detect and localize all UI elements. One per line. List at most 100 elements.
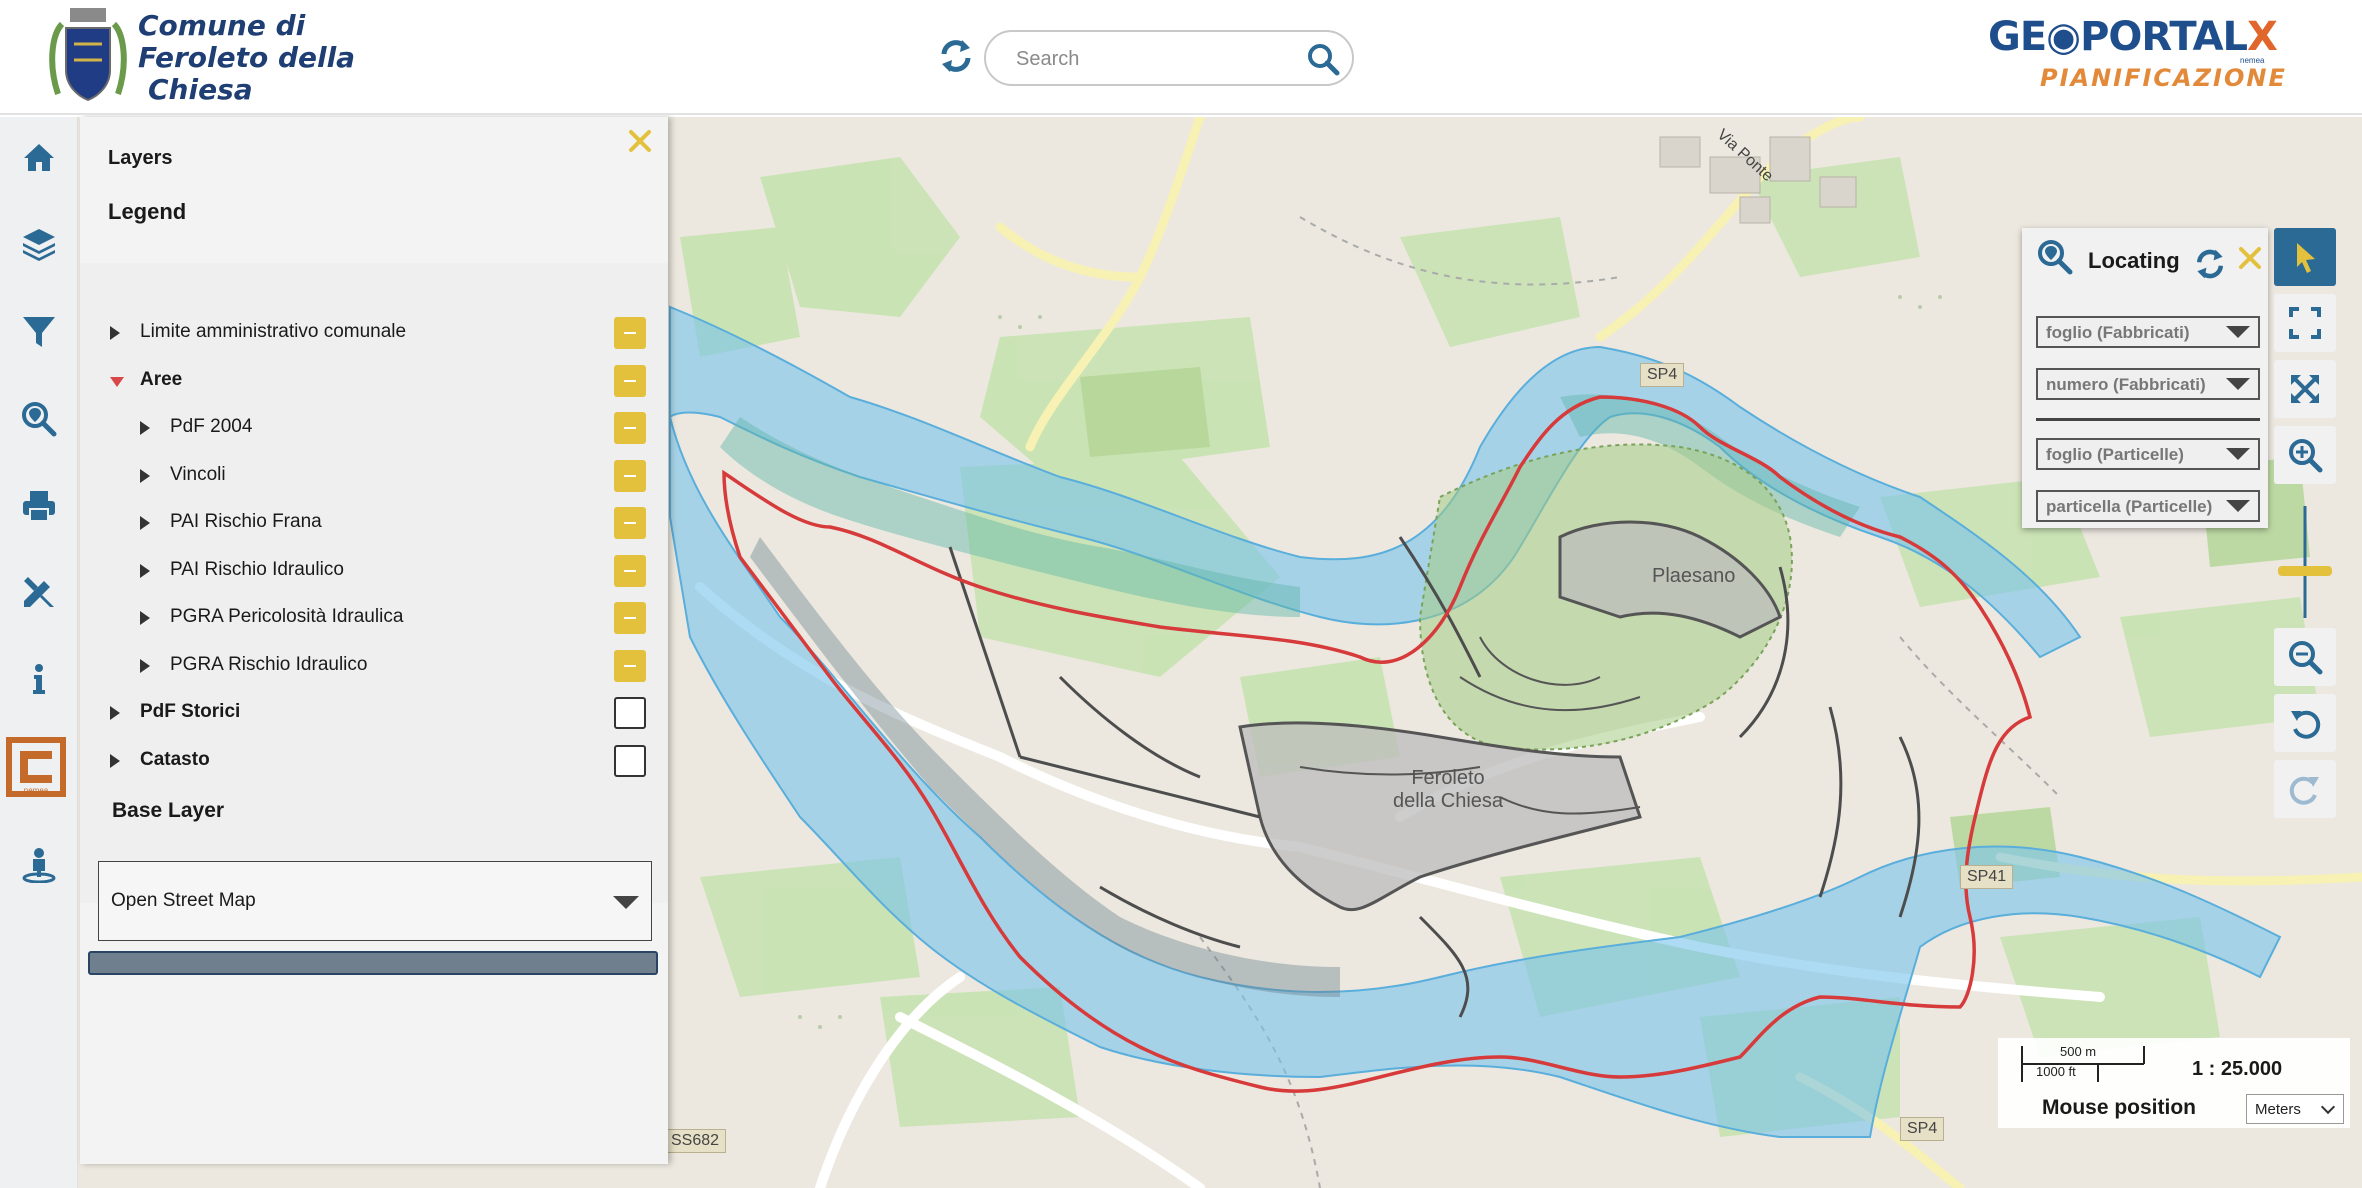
chevron-down-icon <box>2226 326 2250 338</box>
road-shield-sp4-bottom: SP4 <box>1900 1117 1945 1141</box>
redo-button[interactable] <box>2274 760 2336 818</box>
refresh-icon[interactable] <box>936 36 976 76</box>
search-icon[interactable] <box>1306 42 1340 76</box>
select-pointer-button[interactable] <box>2274 228 2336 286</box>
street-view-button[interactable] <box>12 837 66 891</box>
caret-right-icon[interactable] <box>110 706 120 720</box>
chevron-down-icon <box>2226 378 2250 390</box>
layer-tree-label: Aree <box>140 368 183 390</box>
layer-tree-row[interactable]: Vincoli <box>80 456 668 496</box>
measure-tools-icon <box>24 577 54 607</box>
undo-button[interactable] <box>2274 694 2336 752</box>
layer-visibility-toggle[interactable] <box>614 602 646 634</box>
layer-tree-label: PAI Rischio Idraulico <box>170 558 344 580</box>
numero-fabbricati-select[interactable]: numero (Fabbricati) <box>2036 368 2260 400</box>
caret-right-icon[interactable] <box>140 563 150 578</box>
layer-tree-label: Limite amministrativo comunale <box>140 321 407 342</box>
caret-right-icon[interactable] <box>110 326 120 340</box>
fullscreen-icon <box>2289 307 2321 339</box>
units-select[interactable]: Meters <box>2246 1094 2344 1124</box>
locating-divider <box>2036 418 2260 421</box>
scale-panel: 500 m 1000 ft 1 : 25.000 Mouse position … <box>1998 1038 2350 1128</box>
layer-tree-row[interactable]: PdF Storici <box>80 693 668 733</box>
scale-metric: 500 m <box>2060 1044 2097 1059</box>
home-button[interactable] <box>12 130 66 184</box>
road-shield-sp4-top: SP4 <box>1640 363 1685 387</box>
layer-tree-label: PdF Storici <box>140 701 241 722</box>
app-root: Via Ponte Plaesano Feroleto della Chiesa… <box>0 0 2362 1188</box>
mouse-position-label: Mouse position <box>2042 1096 2196 1119</box>
layer-visibility-toggle[interactable] <box>614 364 646 397</box>
caret-right-icon[interactable] <box>140 468 150 483</box>
layer-tree-row[interactable]: Catasto <box>80 741 668 781</box>
zoom-extent-button[interactable] <box>2274 360 2336 418</box>
caret-right-icon[interactable] <box>140 516 150 530</box>
municipality-line2: Feroleto della <box>138 41 356 74</box>
layer-tree-row[interactable]: Limite amministrativo comunale <box>80 313 668 353</box>
print-icon <box>23 491 55 522</box>
zoom-slider-handle[interactable] <box>2278 566 2332 576</box>
layers-button[interactable] <box>12 217 66 271</box>
locate-search-button[interactable] <box>12 392 66 446</box>
layer-visibility-toggle[interactable] <box>614 744 646 777</box>
locate-search-icon <box>22 402 57 437</box>
layer-tree-label: PAI Rischio Frana <box>170 511 322 532</box>
numero-fabbricati-label: numero (Fabbricati) <box>2046 375 2206 394</box>
road-shield-ss682: SS682 <box>664 1129 727 1153</box>
search-input[interactable] <box>1016 42 1286 76</box>
layer-tree-label: PdF 2004 <box>170 416 253 437</box>
layer-visibility-toggle[interactable] <box>614 412 646 444</box>
layers-icon <box>23 229 55 261</box>
measure-tools-button[interactable] <box>12 565 66 619</box>
caret-down-icon[interactable] <box>110 376 124 387</box>
nemea-button[interactable]: nemea <box>4 735 68 799</box>
layer-visibility-toggle[interactable] <box>614 317 646 349</box>
layer-visibility-toggle[interactable] <box>614 459 646 492</box>
layer-visibility-toggle[interactable] <box>614 507 646 539</box>
foglio-fabbricati-label: foglio (Fabbricati) <box>2046 323 2190 342</box>
locating-refresh-icon[interactable] <box>2192 246 2228 282</box>
layer-tree-row[interactable]: Aree <box>80 361 668 401</box>
base-layer-select[interactable]: Open Street Map <box>98 861 652 941</box>
zoom-in-icon <box>2289 439 2323 473</box>
layer-visibility-toggle[interactable] <box>614 649 646 682</box>
locate-search-icon <box>2038 240 2073 275</box>
caret-right-icon[interactable] <box>140 658 150 673</box>
filter-button[interactable] <box>12 305 66 359</box>
loading-progress-bar <box>88 951 658 975</box>
tab-layers[interactable]: Layers <box>108 147 173 170</box>
layers-panel: Layers Legend Limite amministrativo comu… <box>80 117 668 1164</box>
zoom-extent-icon <box>2291 375 2319 403</box>
info-button[interactable] <box>12 652 66 706</box>
scale-ratio: 1 : 25.000 <box>2192 1058 2283 1080</box>
caret-right-icon[interactable] <box>140 611 150 625</box>
chevron-down-icon <box>2226 448 2250 460</box>
caret-right-icon[interactable] <box>140 421 150 435</box>
zoom-out-button[interactable] <box>2274 628 2336 686</box>
panel-close-icon[interactable] <box>626 127 654 155</box>
info-icon <box>33 664 45 694</box>
foglio-particelle-select[interactable]: foglio (Particelle) <box>2036 438 2260 470</box>
print-button[interactable] <box>12 479 66 533</box>
locating-close-icon[interactable] <box>2236 244 2264 272</box>
tab-legend[interactable]: Legend <box>108 199 186 225</box>
layer-tree-row[interactable]: PAI Rischio Idraulico <box>80 551 668 591</box>
fullscreen-button[interactable] <box>2274 294 2336 352</box>
chevron-down-icon <box>2320 1099 2336 1115</box>
foglio-fabbricati-select[interactable]: foglio (Fabbricati) <box>2036 316 2260 348</box>
layer-tree-row[interactable]: PdF 2004 <box>80 408 668 448</box>
particella-particelle-select[interactable]: particella (Particelle) <box>2036 490 2260 522</box>
zoom-in-button[interactable] <box>2274 426 2336 484</box>
locating-panel: Locating foglio (Fabbricati) numero (Fab… <box>2022 228 2268 528</box>
layer-visibility-toggle[interactable] <box>614 697 646 729</box>
caret-right-icon[interactable] <box>110 753 120 768</box>
locating-title: Locating <box>2088 248 2180 273</box>
layer-tree-label: Vincoli <box>170 463 226 485</box>
select-pointer-icon <box>2297 243 2315 273</box>
home-icon <box>24 144 54 171</box>
layer-tree-row[interactable]: PAI Rischio Frana <box>80 503 668 543</box>
layer-tree-row[interactable]: PGRA Rischio Idraulico <box>80 646 668 686</box>
layer-visibility-toggle[interactable] <box>614 554 646 587</box>
layer-tree-row[interactable]: PGRA Pericolosità Idraulica <box>80 598 668 638</box>
zoom-slider[interactable] <box>2274 502 2336 622</box>
